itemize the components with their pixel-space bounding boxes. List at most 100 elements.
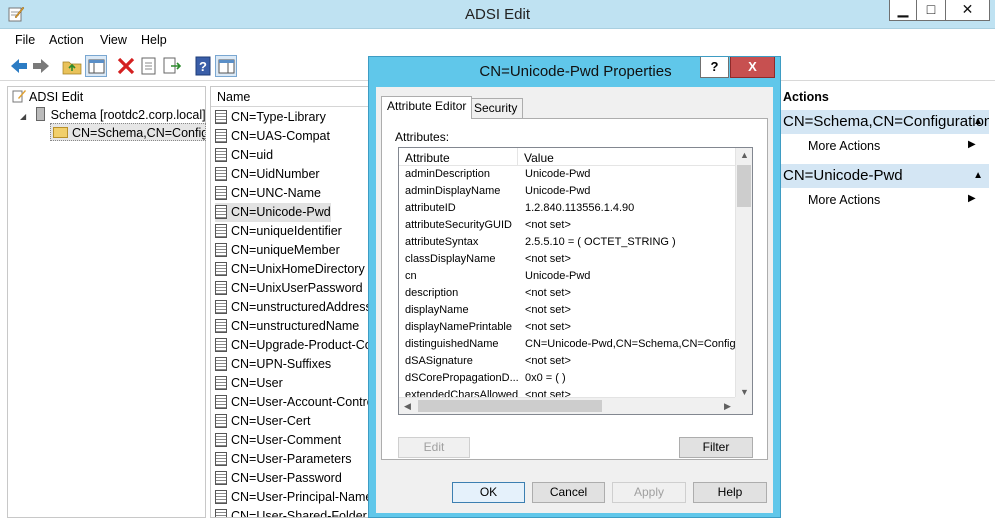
attribute-name: dSCorePropagationD... (405, 372, 519, 384)
column-separator[interactable] (517, 148, 518, 166)
attribute-value: 2.5.5.10 = ( OCTET_STRING ) (525, 236, 676, 248)
expanded-triangle-icon[interactable]: ◢ (20, 112, 26, 121)
attribute-row[interactable]: cn Unicode-Pwd (399, 268, 738, 285)
help-icon[interactable]: ? (192, 55, 214, 77)
list-item[interactable]: CN=Type-Library (215, 108, 326, 127)
apply-button[interactable]: Apply (612, 482, 686, 503)
list-item[interactable]: CN=User-Shared-Folder (215, 507, 367, 517)
attribute-row[interactable]: classDisplayName <not set> (399, 251, 738, 268)
list-item[interactable]: CN=User-Account-Control (215, 393, 369, 412)
attribute-row[interactable]: attributeID 1.2.840.113556.1.4.90 (399, 200, 738, 217)
dialog-help-button[interactable]: ? (700, 57, 729, 78)
list-item[interactable]: CN=Unicode-Pwd (215, 203, 331, 222)
maximize-button[interactable]: □ (916, 0, 946, 21)
attribute-row[interactable]: adminDescription Unicode-Pwd (399, 166, 738, 183)
export-icon[interactable] (161, 55, 183, 77)
list-item[interactable]: CN=User-Cert (215, 412, 311, 431)
scroll-down-arrow-icon[interactable]: ▼ (740, 387, 749, 397)
list-item[interactable]: CN=unstructuredAddress (215, 298, 369, 317)
attribute-row[interactable]: dSASignature <not set> (399, 353, 738, 370)
attribute-name: dSASignature (405, 355, 473, 367)
attribute-row[interactable]: displayName <not set> (399, 302, 738, 319)
tab-security[interactable]: Security (468, 98, 524, 119)
horizontal-scrollbar[interactable]: ◀ ▶ (399, 397, 737, 414)
back-arrow-icon[interactable] (8, 55, 30, 77)
tree-item-adsi-edit[interactable]: ADSI Edit (12, 88, 83, 106)
view-icon[interactable] (215, 55, 237, 77)
list-item[interactable]: CN=User-Principal-Name (215, 488, 369, 507)
properties-dialog: CN=Unicode-Pwd Properties ? X Attribute … (368, 56, 781, 518)
list-item[interactable]: CN=User-Comment (215, 431, 341, 450)
list-item[interactable]: CN=UnixUserPassword (215, 279, 363, 298)
menu-action[interactable]: Action (49, 33, 84, 47)
column-value[interactable]: Value (524, 151, 554, 165)
list-item[interactable]: CN=Upgrade-Product-Code (215, 336, 369, 355)
server-icon (35, 107, 45, 121)
scroll-up-arrow-icon[interactable]: ▲ (740, 150, 749, 160)
list-item[interactable]: CN=User-Password (215, 469, 342, 488)
scroll-left-arrow-icon[interactable]: ◀ (404, 401, 411, 412)
list-item[interactable]: CN=UAS-Compat (215, 127, 330, 146)
help-button[interactable]: Help (693, 482, 767, 503)
edit-button[interactable]: Edit (398, 437, 470, 458)
actions-section-unicode-pwd[interactable]: CN=Unicode-Pwd ▲ (781, 164, 989, 188)
tab-attribute-editor[interactable]: Attribute Editor (381, 96, 473, 119)
attribute-row[interactable]: attributeSyntax 2.5.5.10 = ( OCTET_STRING… (399, 234, 738, 251)
properties-icon[interactable] (138, 55, 160, 77)
attribute-name: attributeSecurityGUID (405, 219, 512, 231)
more-actions-schema[interactable]: More Actions ▶ (808, 139, 976, 153)
close-window-button[interactable]: ✕ (945, 0, 990, 21)
attribute-schema-icon (215, 319, 227, 333)
menu-help[interactable]: Help (141, 33, 167, 47)
list-item[interactable]: CN=User (215, 374, 283, 393)
vertical-scrollbar[interactable]: ▲ ▼ (735, 148, 752, 399)
list-item[interactable]: CN=uniqueMember (215, 241, 340, 260)
attribute-row[interactable]: distinguishedName CN=Unicode-Pwd,CN=Schem… (399, 336, 745, 353)
minimize-button[interactable]: ▁ (889, 0, 917, 21)
delete-icon[interactable] (115, 55, 137, 77)
filter-button[interactable]: Filter (679, 437, 753, 458)
forward-arrow-icon[interactable] (30, 55, 52, 77)
menu-view[interactable]: View (100, 33, 127, 47)
attribute-row[interactable]: displayNamePrintable <not set> (399, 319, 738, 336)
attribute-editor-panel: Attributes: Attribute Value adminDescrip… (381, 118, 768, 460)
attribute-schema-icon (215, 414, 227, 428)
actions-section-schema[interactable]: CN=Schema,CN=Configuration ▲ (781, 110, 989, 134)
list-item[interactable]: CN=UPN-Suffixes (215, 355, 331, 374)
attribute-value: <not set> (525, 321, 571, 333)
list-item[interactable]: CN=uniqueIdentifier (215, 222, 342, 241)
list-column-name[interactable]: Name (211, 87, 369, 107)
cancel-button[interactable]: Cancel (532, 482, 605, 503)
column-attribute[interactable]: Attribute (405, 151, 450, 165)
collapse-triangle-icon[interactable]: ▲ (973, 110, 983, 134)
tree-item-schema[interactable]: ◢ Schema [rootdc2.corp.local] (20, 106, 206, 124)
list-item[interactable]: CN=UNC-Name (215, 184, 321, 203)
attribute-schema-icon (215, 395, 227, 409)
vertical-scroll-thumb[interactable] (737, 165, 751, 207)
attribute-schema-icon (215, 338, 227, 352)
attribute-row[interactable]: description <not set> (399, 285, 738, 302)
list-item[interactable]: CN=uid (215, 146, 273, 165)
horizontal-scroll-thumb[interactable] (418, 400, 602, 412)
show-hide-tree-icon[interactable] (85, 55, 107, 77)
menu-file[interactable]: File (15, 33, 35, 47)
up-folder-icon[interactable] (61, 55, 83, 77)
list-item[interactable]: CN=User-Parameters (215, 450, 352, 469)
more-actions-unicode-pwd[interactable]: More Actions ▶ (808, 193, 976, 207)
attribute-row[interactable]: dSCorePropagationD... 0x0 = ( ) (399, 370, 738, 387)
tree-item-schema-configuration[interactable]: CN=Schema,CN=Configuration (50, 123, 206, 141)
attribute-row[interactable]: attributeSecurityGUID <not set> (399, 217, 738, 234)
scroll-right-arrow-icon[interactable]: ▶ (724, 401, 731, 412)
list-item[interactable]: CN=UnixHomeDirectory (215, 260, 365, 279)
attributes-grid[interactable]: Attribute Value adminDescription Unicode-… (398, 147, 753, 415)
attribute-value: <not set> (525, 287, 571, 299)
dialog-close-button[interactable]: X (730, 57, 775, 78)
attribute-schema-icon (215, 490, 227, 504)
attribute-schema-icon (215, 300, 227, 314)
list-item[interactable]: CN=UidNumber (215, 165, 320, 184)
collapse-triangle-icon[interactable]: ▲ (973, 164, 983, 188)
list-item[interactable]: CN=unstructuredName (215, 317, 359, 336)
actions-pane: Actions CN=Schema,CN=Configuration ▲ Mor… (780, 86, 995, 518)
attribute-row[interactable]: adminDisplayName Unicode-Pwd (399, 183, 738, 200)
ok-button[interactable]: OK (452, 482, 525, 503)
